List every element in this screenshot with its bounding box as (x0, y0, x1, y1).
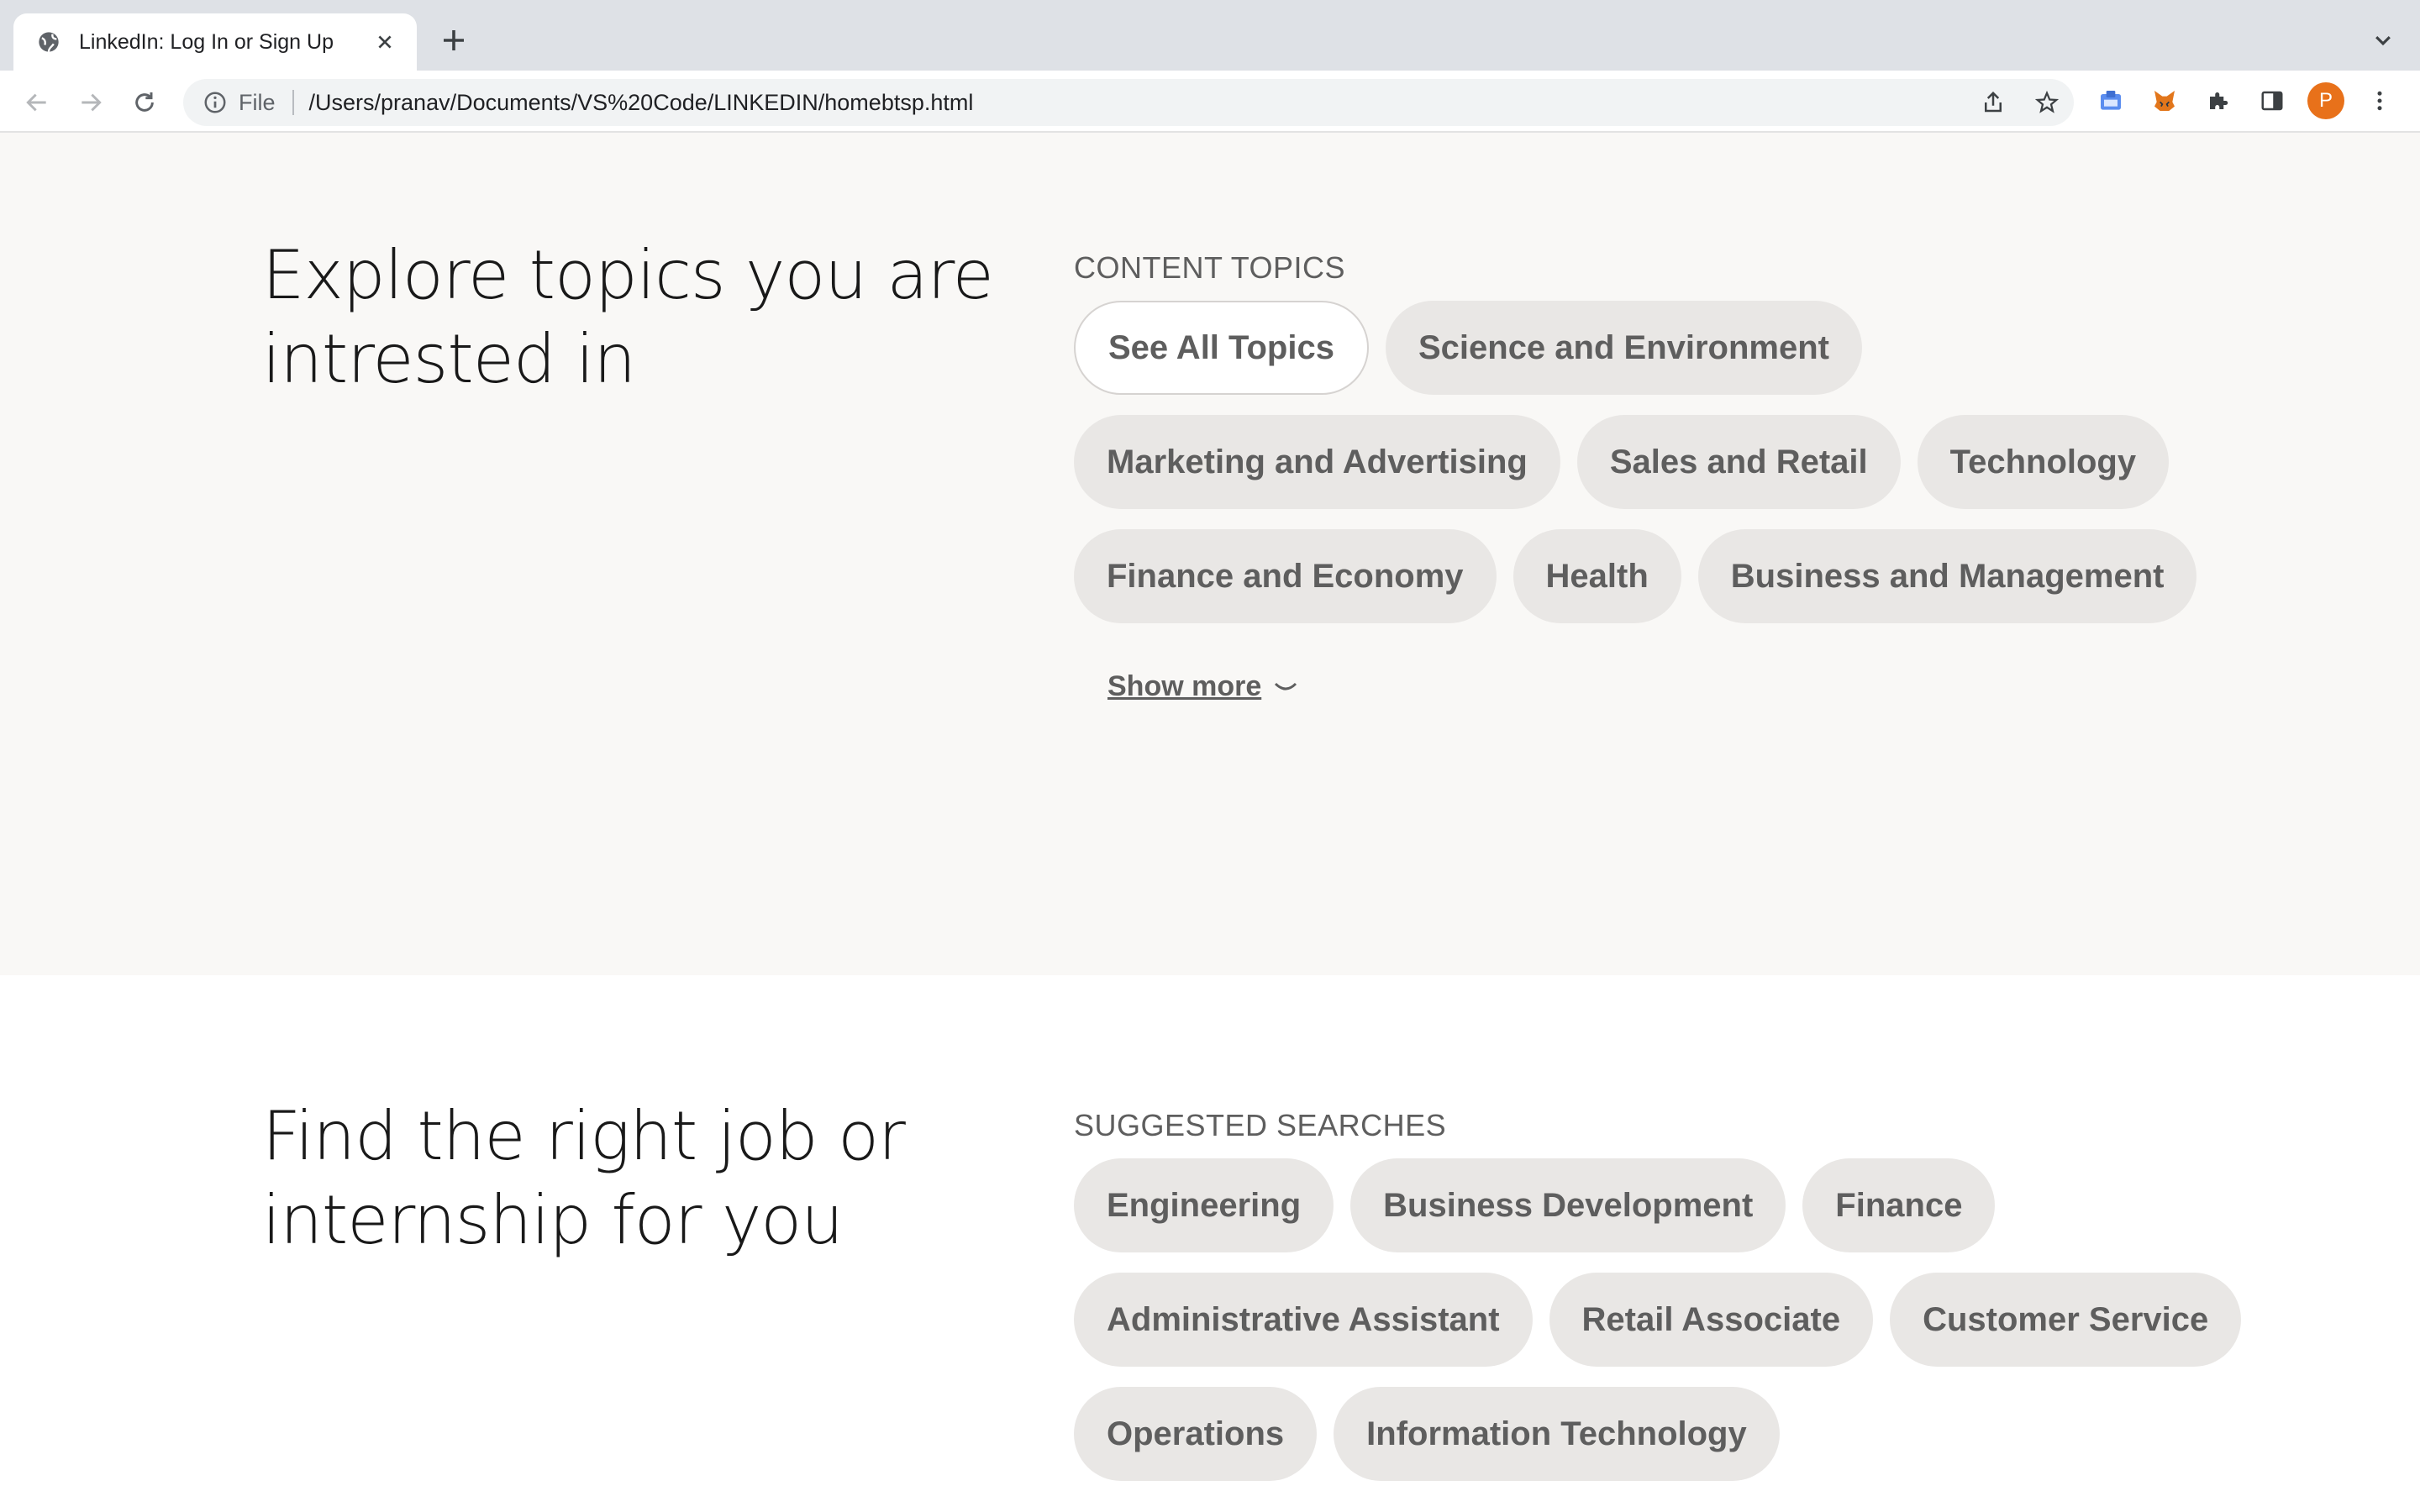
browser-tab-strip: LinkedIn: Log In or Sign Up (0, 0, 2420, 71)
pill-health[interactable]: Health (1512, 529, 1681, 623)
pill-operations[interactable]: Operations (1074, 1387, 1318, 1481)
suggested-searches-pills: Engineering Business Development Finance… (1074, 1158, 2250, 1481)
share-icon[interactable] (1975, 84, 2012, 121)
content-topics-pills: See All Topics Science and Environment M… (1074, 301, 2250, 623)
more-menu-icon[interactable] (2361, 82, 2398, 119)
pill-finance-and-economy[interactable]: Finance and Economy (1074, 529, 1497, 623)
pill-customer-service[interactable]: Customer Service (1890, 1273, 2242, 1367)
profile-avatar[interactable]: P (2307, 82, 2344, 119)
reload-icon[interactable] (126, 84, 163, 121)
tab-title: LinkedIn: Log In or Sign Up (79, 29, 334, 54)
chevron-down-icon (1273, 679, 1298, 696)
metamask-fox-icon[interactable] (2146, 82, 2183, 119)
url-scheme-label: File (239, 89, 276, 115)
side-panel-icon[interactable] (2254, 82, 2291, 119)
suggested-searches-section: Find the right job or internship for you… (0, 975, 2420, 1512)
new-tab-plus-icon[interactable] (437, 24, 471, 57)
pill-administrative-assistant[interactable]: Administrative Assistant (1074, 1273, 1533, 1367)
forward-arrow-icon[interactable] (72, 84, 109, 121)
suggested-searches-label: SUGGESTED SEARCHES (1074, 1108, 1447, 1142)
jobs-heading: Find the right job or internship for you (262, 1097, 906, 1259)
pill-business-development[interactable]: Business Development (1350, 1158, 1786, 1252)
topics-heading: Explore topics you are intrested in (262, 236, 994, 398)
pill-retail-associate[interactable]: Retail Associate (1549, 1273, 1874, 1367)
close-tab-icon[interactable] (371, 29, 398, 55)
pill-engineering[interactable]: Engineering (1074, 1158, 1334, 1252)
address-bar[interactable]: File /Users/pranav/Documents/VS%20Code/L… (183, 79, 2074, 126)
show-more-label: Show more (1107, 670, 1262, 702)
pill-technology[interactable]: Technology (1917, 415, 2170, 509)
puzzle-extensions-icon[interactable] (2200, 82, 2237, 119)
url-text[interactable]: /Users/pranav/Documents/VS%20Code/LINKED… (309, 90, 974, 116)
bookmark-star-icon[interactable] (2028, 84, 2065, 121)
chevron-down-icon[interactable] (2366, 24, 2400, 57)
pill-see-all-topics[interactable]: See All Topics (1074, 301, 1369, 395)
pill-information-technology[interactable]: Information Technology (1334, 1387, 1780, 1481)
browser-toolbar: File /Users/pranav/Documents/VS%20Code/L… (0, 71, 2420, 133)
pill-marketing-and-advertising[interactable]: Marketing and Advertising (1074, 415, 1560, 509)
pill-finance[interactable]: Finance (1802, 1158, 1996, 1252)
pill-business-and-management[interactable]: Business and Management (1697, 529, 2197, 623)
back-arrow-icon[interactable] (18, 84, 55, 121)
content-topics-label: CONTENT TOPICS (1074, 250, 1346, 285)
browser-tab[interactable]: LinkedIn: Log In or Sign Up (13, 13, 417, 71)
show-more-button[interactable]: Show more (1107, 670, 1298, 703)
globe-icon (35, 29, 62, 55)
pill-sales-and-retail[interactable]: Sales and Retail (1576, 415, 1901, 509)
content-topics-section: Explore topics you are intrested in CONT… (0, 133, 2420, 975)
pill-science-and-environment[interactable]: Science and Environment (1385, 301, 1862, 395)
info-icon[interactable] (200, 87, 230, 118)
page-viewport: Explore topics you are intrested in CONT… (0, 133, 2420, 1512)
address-separator (292, 90, 294, 115)
extension-blue-icon[interactable] (2092, 82, 2129, 119)
